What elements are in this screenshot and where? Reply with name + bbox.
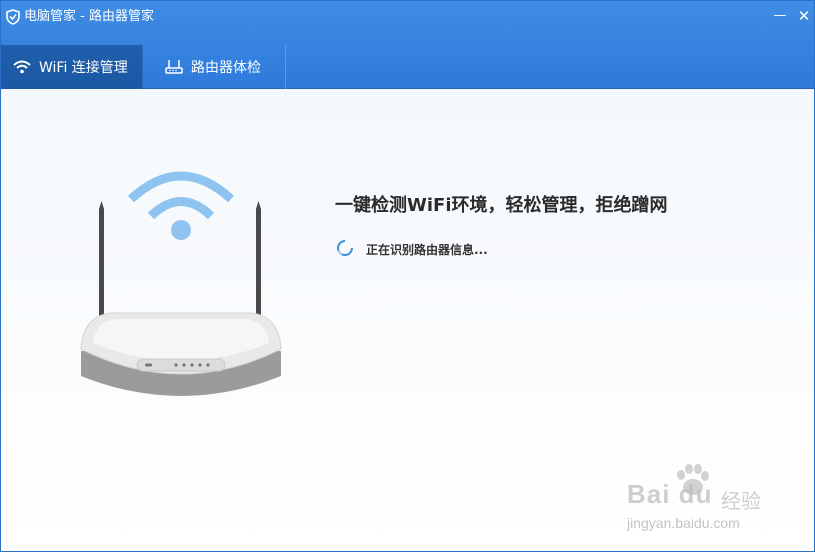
watermark-brand: Bai du xyxy=(627,479,713,509)
tab-label: 路由器体检 xyxy=(191,60,261,76)
watermark-label: 经验 xyxy=(721,489,761,513)
app-window: 电脑管家 - 路由器管家 — ✕ WiFi 连接管理 路由器体检 一键检测WiF… xyxy=(0,0,815,552)
antenna-right xyxy=(256,201,261,317)
wifi-signal-icon xyxy=(127,171,235,240)
loading-spinner-icon xyxy=(337,240,353,256)
tab-wifi-management[interactable]: WiFi 连接管理 xyxy=(1,45,143,89)
tab-label: WiFi 连接管理 xyxy=(39,60,128,76)
close-button[interactable]: ✕ xyxy=(795,7,813,25)
antenna-left xyxy=(99,201,104,317)
window-title: 电脑管家 - 路由器管家 xyxy=(24,9,154,24)
wifi-icon xyxy=(13,60,31,74)
page-headline: 一键检测WiFi环境，轻松管理，拒绝蹭网 xyxy=(335,195,668,216)
tab-router-checkup[interactable]: 路由器体检 xyxy=(143,45,286,89)
title-bar[interactable]: 电脑管家 - 路由器管家 — ✕ xyxy=(1,1,814,35)
watermark-url: jingyan.baidu.com xyxy=(627,515,740,531)
baidu-watermark: Bai du 经验 jingyan.baidu.com xyxy=(621,463,801,543)
header: 电脑管家 - 路由器管家 — ✕ WiFi 连接管理 路由器体检 xyxy=(1,1,814,89)
router-icon xyxy=(165,60,183,74)
status-text: 正在识别路由器信息... xyxy=(366,243,488,257)
shield-logo-icon xyxy=(6,9,20,25)
minimize-button[interactable]: — xyxy=(771,7,789,25)
router-illustration xyxy=(80,171,282,396)
